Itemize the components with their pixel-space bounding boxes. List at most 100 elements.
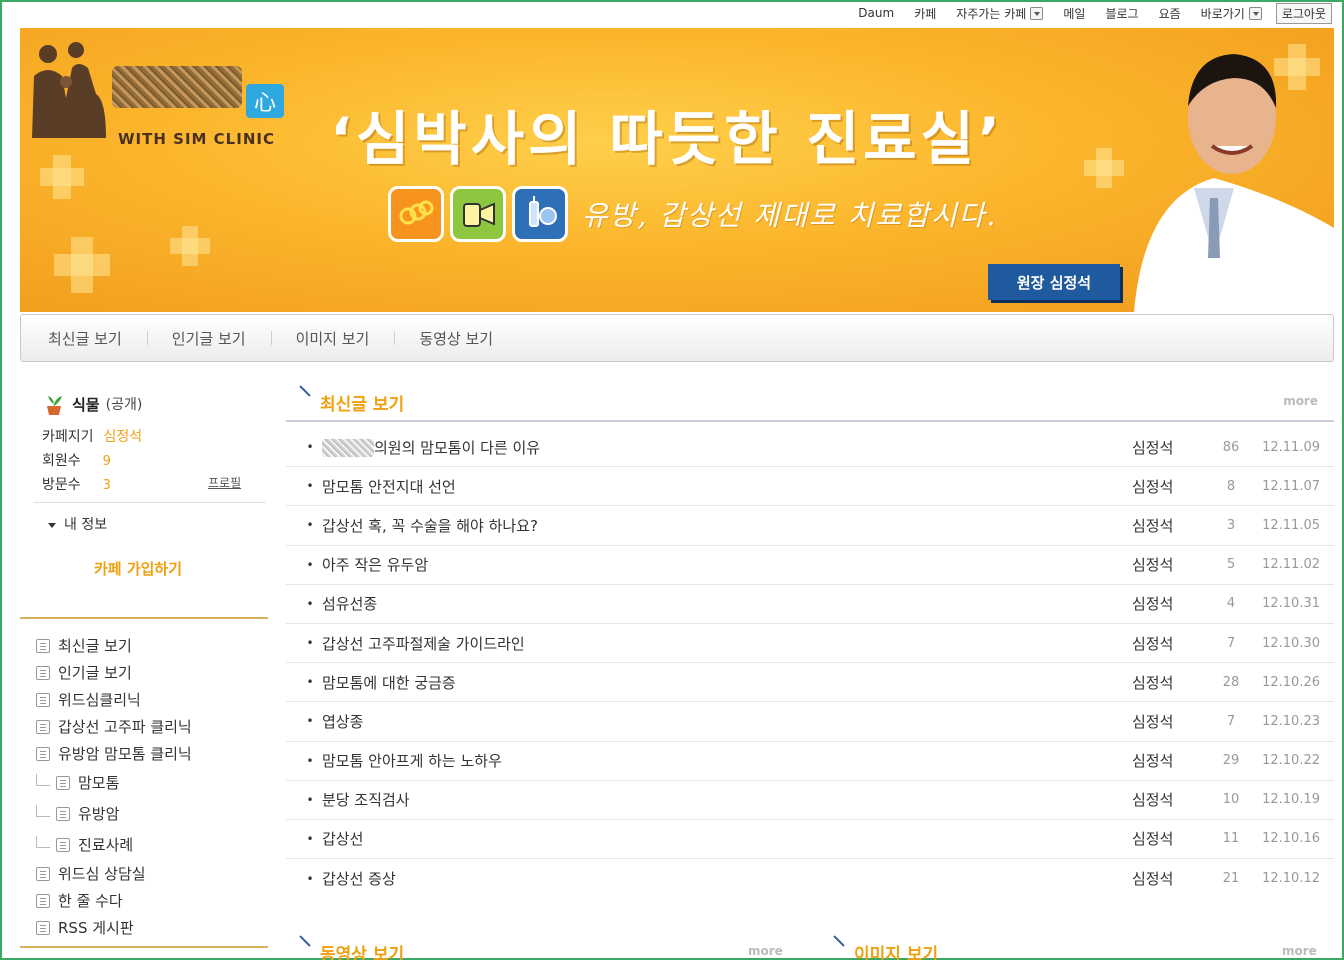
post-date: 12.10.16: [1262, 831, 1320, 847]
post-row[interactable]: • 갑상선 혹, 꼭 수술을 해야 하나요? 심정석 3 12.11.05: [286, 506, 1334, 546]
post-row[interactable]: • 맘모톰 안전지대 선언 심정석 8 12.11.07: [286, 467, 1334, 507]
post-title[interactable]: 갑상선 증상: [320, 868, 1132, 889]
gnb-favorite-cafe-label: 자주가는 카페: [956, 6, 1027, 21]
view-tabs: 최신글 보기 인기글 보기 이미지 보기 동영상 보기: [20, 314, 1334, 362]
gnb-mail[interactable]: 메일: [1053, 5, 1095, 22]
chevron-down-icon[interactable]: [1030, 6, 1044, 20]
post-row[interactable]: • 섬유선종 심정석 4 12.10.31: [286, 585, 1334, 624]
tab-images[interactable]: 이미지 보기: [296, 328, 396, 349]
my-info-toggle[interactable]: 내 정보: [48, 514, 107, 534]
post-title-text: 갑상선 고주파절제술 가이드라인: [322, 634, 525, 653]
board-icon: [56, 775, 70, 790]
profile-link[interactable]: 프로필: [208, 474, 241, 491]
gnb-blog[interactable]: 블로그: [1095, 5, 1148, 22]
tab-latest[interactable]: 최신글 보기: [48, 328, 148, 349]
post-author[interactable]: 심정석: [1132, 593, 1216, 614]
post-author[interactable]: 심정석: [1132, 672, 1216, 693]
post-title[interactable]: 갑상선: [320, 828, 1132, 849]
post-row[interactable]: • 갑상선 고주파절제술 가이드라인 심정석 7 12.10.30: [286, 624, 1334, 664]
sidebar-menu-item[interactable]: 갑상선 고주파 클리닉: [36, 713, 276, 740]
board-icon: [36, 746, 50, 761]
ultrasound-icon: [450, 186, 506, 242]
sidebar-menu-item[interactable]: 최신글 보기: [36, 632, 276, 659]
sidebar-menu-item[interactable]: RSS 게시판: [36, 914, 276, 941]
video-section-title[interactable]: 동영상 보기: [320, 940, 404, 960]
gnb-trend[interactable]: 요즘: [1149, 5, 1191, 22]
post-title[interactable]: 맘모톰 안아프게 하는 노하우: [320, 750, 1132, 771]
post-title[interactable]: 갑상선 고주파절제술 가이드라인: [320, 633, 1132, 654]
logout-button[interactable]: 로그아웃: [1275, 2, 1332, 24]
post-row[interactable]: • 분당 조직검사 심정석 10 12.10.19: [286, 781, 1334, 820]
tab-videos[interactable]: 동영상 보기: [419, 328, 519, 349]
sidebar-menu-item[interactable]: 유방암 맘모톰 클리닉: [36, 740, 276, 767]
post-title[interactable]: 섬유선종: [320, 593, 1132, 614]
post-title[interactable]: 엽상종: [320, 711, 1132, 732]
post-author[interactable]: 심정석: [1132, 789, 1216, 810]
doctor-name-badge: 원장 심정석: [988, 264, 1120, 300]
cafe-manager-value[interactable]: 심정석: [104, 429, 143, 445]
section-marker-icon: [833, 935, 845, 947]
post-author[interactable]: 심정석: [1132, 476, 1216, 497]
star-icon: [36, 665, 50, 680]
gnb-blog-label: 블로그: [1105, 6, 1139, 21]
sidebar-menu-item[interactable]: 맘모톰: [36, 767, 276, 798]
post-author[interactable]: 심정석: [1132, 554, 1216, 575]
gnb-daum[interactable]: Daum: [848, 6, 904, 20]
image-section-title[interactable]: 이미지 보기: [854, 940, 938, 960]
post-view-count: 3: [1226, 517, 1236, 533]
post-author[interactable]: 심정석: [1132, 633, 1216, 654]
bullet-icon: •: [306, 636, 314, 651]
post-author[interactable]: 심정석: [1132, 437, 1216, 458]
bullet-icon: •: [306, 557, 314, 572]
post-title-text: 맘모톰 안아프게 하는 노하우: [322, 752, 502, 771]
post-row[interactable]: • 갑상선 심정석 11 12.10.16: [286, 820, 1334, 860]
clinic-logo[interactable]: 心 WITH SIM CLINIC: [26, 38, 286, 148]
gnb-cafe[interactable]: 카페: [904, 5, 946, 22]
post-row[interactable]: • 엽상종 심정석 7 12.10.23: [286, 702, 1334, 742]
post-author[interactable]: 심정석: [1132, 515, 1216, 536]
plant-icon: [47, 396, 62, 415]
sidebar-menu-label: 한 줄 수다: [58, 892, 123, 910]
latest-more-link[interactable]: more: [1283, 394, 1318, 408]
post-title[interactable]: 아주 작은 유두암: [320, 554, 1132, 575]
decor-cross: [53, 155, 71, 199]
sidebar-menu-item[interactable]: 한 줄 수다: [36, 887, 276, 914]
post-title[interactable]: 맘모톰에 대한 궁금증: [320, 672, 1132, 693]
blurred-cafe-name: [112, 66, 242, 108]
chevron-down-icon[interactable]: [1248, 6, 1262, 20]
post-author[interactable]: 심정석: [1132, 868, 1216, 889]
post-row[interactable]: • 아주 작은 유두암 심정석 5 12.11.02: [286, 546, 1334, 585]
banner-headline: ‘심박사의 따듯한 진료실’: [330, 105, 1005, 173]
post-view-count: 4: [1226, 596, 1236, 612]
join-cafe-button[interactable]: 카페 가입하기: [94, 558, 182, 579]
post-title[interactable]: 의원의 맘모톰이 다른 이유: [320, 437, 1132, 458]
sidebar-menu-item[interactable]: 위드심 상담실: [36, 860, 276, 887]
post-author[interactable]: 심정석: [1132, 711, 1216, 732]
triangle-down-icon: [48, 522, 56, 528]
image-more-link[interactable]: more: [1282, 944, 1317, 958]
video-more-link[interactable]: more: [748, 944, 783, 958]
board-icon: [36, 719, 50, 734]
sidebar-menu-item[interactable]: 인기글 보기: [36, 659, 276, 686]
post-author[interactable]: 심정석: [1132, 750, 1216, 771]
post-author[interactable]: 심정석: [1132, 828, 1216, 849]
sidebar-menu-item[interactable]: 진료사례: [36, 829, 276, 860]
post-title[interactable]: 갑상선 혹, 꼭 수술을 해야 하나요?: [320, 515, 1132, 536]
gnb-trend-label: 요즘: [1158, 6, 1181, 21]
post-title[interactable]: 맘모톰 안전지대 선언: [320, 476, 1132, 497]
post-row[interactable]: • 맘모톰에 대한 궁금증 심정석 28 12.10.26: [286, 663, 1334, 703]
tab-popular[interactable]: 인기글 보기: [172, 328, 272, 349]
post-row[interactable]: • 의원의 맘모톰이 다른 이유 심정석 86 12.11.09: [286, 428, 1334, 468]
sidebar-menu-item[interactable]: 위드심클리닉: [36, 686, 276, 713]
sidebar-menu-item[interactable]: 유방암: [36, 798, 276, 829]
post-title[interactable]: 분당 조직검사: [320, 789, 1132, 810]
gnb-shortcut[interactable]: 바로가기: [1191, 5, 1272, 22]
gnb-daum-label: Daum: [858, 6, 895, 20]
post-row[interactable]: • 맘모톰 안아프게 하는 노하우 심정석 29 12.10.22: [286, 742, 1334, 781]
post-row[interactable]: • 갑상선 증상 심정석 21 12.10.12: [286, 859, 1334, 898]
latest-section-title[interactable]: 최신글 보기: [320, 390, 404, 415]
post-date: 12.10.19: [1262, 792, 1320, 808]
new-icon: [36, 638, 50, 653]
heart-logo-icon: 心: [246, 84, 284, 118]
gnb-favorite-cafe[interactable]: 자주가는 카페: [946, 5, 1053, 22]
